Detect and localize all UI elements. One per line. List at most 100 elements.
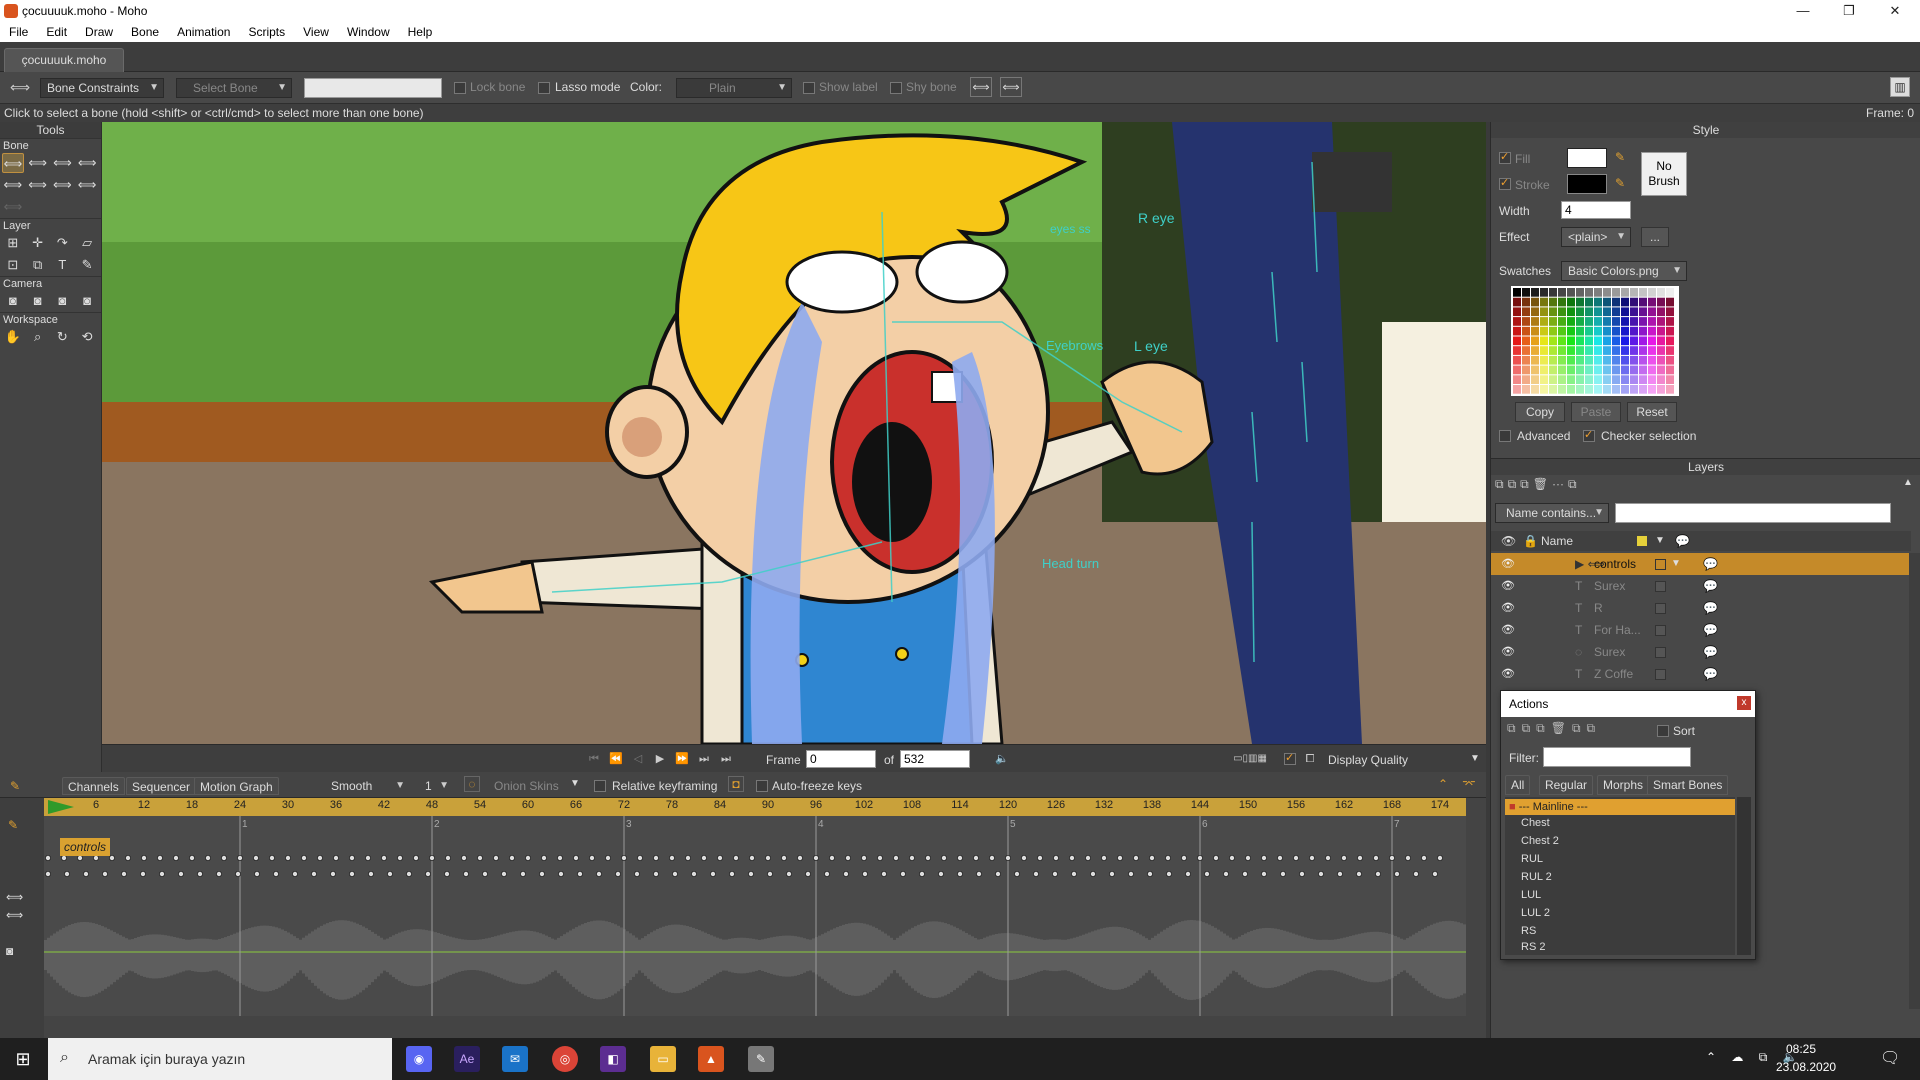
layer-row[interactable]: 👁 T For Ha... 💬 <box>1491 619 1911 641</box>
layers-scrollbar[interactable] <box>1909 553 1920 1009</box>
palette-swatch[interactable] <box>1621 375 1629 384</box>
keyframe[interactable] <box>1277 855 1284 862</box>
action-item[interactable]: RUL <box>1521 853 1543 865</box>
width-input[interactable]: 4 <box>1561 201 1631 219</box>
tool-mode-dropdown[interactable]: Bone Constraints ▼ <box>40 78 164 98</box>
palette-swatch[interactable] <box>1540 375 1548 384</box>
bone-channel-icon[interactable]: ⟺ <box>6 890 23 904</box>
mainline-item[interactable]: ■ --- Mainline --- <box>1505 799 1735 815</box>
sort-checkbox[interactable] <box>1657 725 1669 737</box>
keyframe[interactable] <box>877 855 884 862</box>
keyframe[interactable] <box>1085 855 1092 862</box>
keyframe[interactable] <box>524 855 531 862</box>
keyframe[interactable] <box>364 855 371 862</box>
palette-swatch[interactable] <box>1558 297 1566 307</box>
palette-swatch[interactable] <box>1567 326 1575 336</box>
timeline-settings-icon[interactable]: ✎ <box>10 779 20 793</box>
palette-swatch[interactable] <box>1666 307 1674 317</box>
view-layout-icons[interactable]: ▭▯▥▦ <box>1222 750 1278 768</box>
chevron-down-icon[interactable]: ▼ <box>570 778 580 789</box>
palette-swatch[interactable] <box>1630 375 1638 384</box>
keyframe[interactable] <box>786 871 793 878</box>
palette-swatch[interactable] <box>1666 355 1674 365</box>
output-only-checkbox[interactable] <box>1284 751 1296 765</box>
keyframe[interactable] <box>234 871 241 878</box>
palette-swatch[interactable] <box>1603 375 1611 384</box>
palette-grid[interactable] <box>1511 286 1679 396</box>
keyframe[interactable] <box>141 855 148 862</box>
onion-skins-label[interactable]: Onion Skins <box>494 779 559 793</box>
palette-swatch[interactable] <box>1648 365 1656 375</box>
interval-dropdown[interactable]: 1 ▼ <box>418 776 454 796</box>
palette-swatch[interactable] <box>1567 288 1575 297</box>
keyframe[interactable] <box>540 855 547 862</box>
palette-swatch[interactable] <box>1639 365 1647 375</box>
palette-swatch[interactable] <box>1612 336 1620 346</box>
frame-bounds-icon[interactable]: ⧠ <box>1300 750 1320 768</box>
palette-swatch[interactable] <box>1612 346 1620 355</box>
keyframe[interactable] <box>476 855 483 862</box>
keyframe[interactable] <box>1223 871 1230 878</box>
keyframe[interactable] <box>1356 871 1363 878</box>
keyframe[interactable] <box>424 871 431 878</box>
keyframe[interactable] <box>1394 871 1401 878</box>
keyframe[interactable] <box>1101 855 1108 862</box>
palette-swatch[interactable] <box>1531 346 1539 355</box>
actions-scrollbar[interactable] <box>1737 797 1751 955</box>
palette-swatch[interactable] <box>1549 355 1557 365</box>
actions-tab-regular[interactable]: Regular <box>1539 775 1594 795</box>
palette-swatch[interactable] <box>1666 297 1674 307</box>
close-button[interactable]: ✕ <box>1872 0 1918 22</box>
keyframe[interactable] <box>519 871 526 878</box>
bone-label-r-eye[interactable]: R eye <box>1138 210 1175 226</box>
set-origin-tool-icon[interactable]: ⊞ <box>2 233 24 253</box>
palette-swatch[interactable] <box>1522 307 1530 317</box>
keyframe[interactable] <box>1389 855 1396 862</box>
keyframe[interactable] <box>60 855 67 862</box>
palette-swatch[interactable] <box>1657 317 1665 326</box>
mail-icon[interactable]: ✉ <box>502 1046 528 1072</box>
keyframe[interactable] <box>900 871 907 878</box>
keyframe[interactable] <box>443 871 450 878</box>
keyframe[interactable] <box>412 855 419 862</box>
palette-swatch[interactable] <box>1648 288 1656 297</box>
palette-swatch[interactable] <box>1594 385 1602 394</box>
color-dropdown[interactable]: Plain ▼ <box>676 78 792 98</box>
palette-swatch[interactable] <box>1612 307 1620 317</box>
menu-view[interactable]: View <box>294 25 338 39</box>
palette-swatch[interactable] <box>1531 355 1539 365</box>
palette-swatch[interactable] <box>1594 346 1602 355</box>
palette-swatch[interactable] <box>1576 307 1584 317</box>
palette-swatch[interactable] <box>1594 355 1602 365</box>
palette-swatch[interactable] <box>1513 297 1521 307</box>
palette-swatch[interactable] <box>1540 385 1548 394</box>
menu-animation[interactable]: Animation <box>168 25 239 39</box>
palette-swatch[interactable] <box>1540 346 1548 355</box>
palette-swatch[interactable] <box>1612 326 1620 336</box>
palette-swatch[interactable] <box>1540 326 1548 336</box>
palette-swatch[interactable] <box>1657 326 1665 336</box>
keyframe[interactable] <box>621 855 628 862</box>
palette-swatch[interactable] <box>1657 355 1665 365</box>
layer-row[interactable]: 👁 ◌ Surex 💬 <box>1491 641 1911 663</box>
keyframe[interactable] <box>348 871 355 878</box>
copy-button[interactable]: Copy <box>1515 402 1565 422</box>
palette-swatch[interactable] <box>1558 355 1566 365</box>
speech-bubble-icon[interactable]: 💬 <box>1703 597 1718 619</box>
palette-swatch[interactable] <box>1648 307 1656 317</box>
reset-button[interactable]: Reset <box>1627 402 1677 422</box>
keyframe[interactable] <box>1147 871 1154 878</box>
app-taskbar-icon[interactable]: ✎ <box>748 1046 774 1072</box>
palette-swatch[interactable] <box>1603 385 1611 394</box>
palette-swatch[interactable] <box>1522 288 1530 297</box>
palette-swatch[interactable] <box>1513 336 1521 346</box>
audio-channel-icon[interactable]: ◙ <box>6 944 13 958</box>
advanced-checkbox[interactable] <box>1499 430 1511 442</box>
palette-swatch[interactable] <box>1540 288 1548 297</box>
palette-swatch[interactable] <box>1603 346 1611 355</box>
palette-swatch[interactable] <box>1666 288 1674 297</box>
keyframe[interactable] <box>460 855 467 862</box>
palette-swatch[interactable] <box>1666 385 1674 394</box>
fill-checkbox[interactable] <box>1499 150 1511 164</box>
palette-swatch[interactable] <box>1594 365 1602 375</box>
